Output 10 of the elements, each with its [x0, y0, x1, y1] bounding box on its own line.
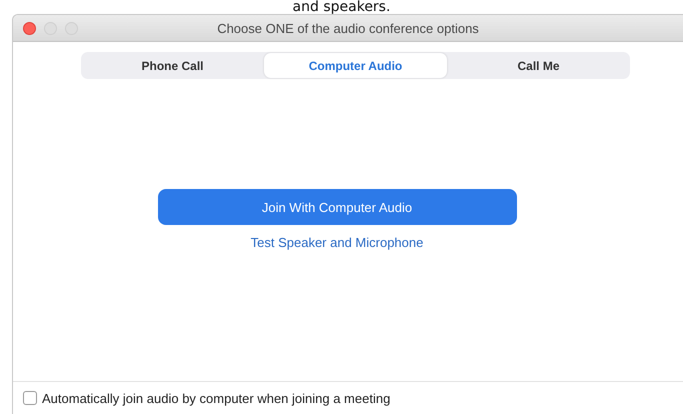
auto-join-checkbox[interactable]	[23, 391, 37, 405]
tab[interactable]: Phone Call	[81, 53, 264, 78]
test-speaker-link[interactable]: Test Speaker and Microphone	[250, 235, 424, 250]
tab[interactable]: Computer Audio	[264, 53, 447, 78]
auto-join-label: Automatically join audio by computer when joining a meeting	[42, 390, 390, 406]
join-audio-button[interactable]: Join With Computer Audio	[158, 189, 516, 225]
tab[interactable]: Call Me	[447, 53, 630, 78]
window-title: Choose ONE of the audio conference options	[217, 20, 479, 36]
close-icon[interactable]	[23, 22, 36, 34]
caption-text: and speakers.	[292, 0, 392, 14]
